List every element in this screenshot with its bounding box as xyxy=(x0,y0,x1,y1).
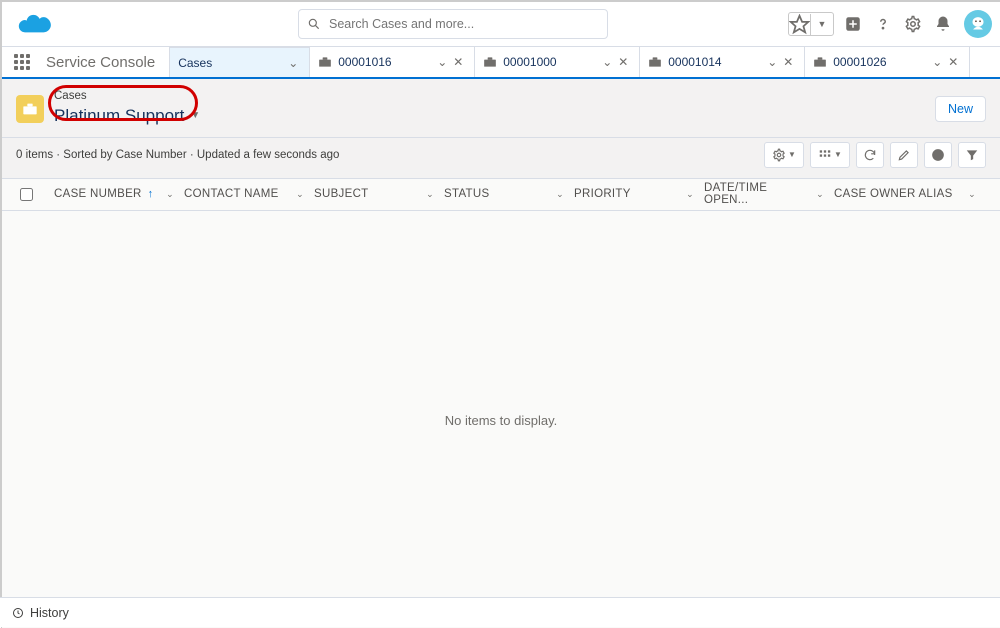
chevron-down-icon: ▼ xyxy=(811,19,833,29)
refresh-icon xyxy=(863,148,877,162)
astro-icon xyxy=(967,13,989,35)
listview-name: Platinum Support xyxy=(54,105,184,127)
chevron-down-icon[interactable]: ⌄ xyxy=(434,55,450,69)
empty-state-message: No items to display. xyxy=(445,413,557,428)
col-header-contact-name[interactable]: CONTACT NAME⌄ xyxy=(184,188,314,200)
chevron-down-icon[interactable]: ⌄ xyxy=(599,55,615,69)
case-object-icon xyxy=(16,95,44,123)
col-header-priority[interactable]: PRIORITY⌄ xyxy=(574,188,704,200)
close-icon[interactable]: ✕ xyxy=(780,55,796,69)
object-label: Cases xyxy=(54,91,200,103)
pencil-icon xyxy=(897,148,911,162)
triangle-down-icon: ▼ xyxy=(190,109,200,122)
bell-icon xyxy=(934,15,952,33)
nav-tab-cases[interactable]: Cases ⌄ xyxy=(170,47,310,77)
workspace-tab-4[interactable]: 00001026 ⌄ ✕ xyxy=(805,47,970,77)
chevron-down-icon[interactable]: ⌄ xyxy=(764,55,780,69)
chevron-down-icon[interactable]: ⌄ xyxy=(166,189,184,200)
col-header-case-number[interactable]: CASE NUMBER ↑⌄ xyxy=(54,188,184,200)
case-icon xyxy=(648,56,662,68)
search-input[interactable] xyxy=(329,17,599,31)
inline-edit-button[interactable] xyxy=(890,142,918,168)
col-header-datetime-opened[interactable]: DATE/TIME OPEN...⌄ xyxy=(704,182,834,206)
chevron-down-icon[interactable]: ⌄ xyxy=(929,55,945,69)
table-icon xyxy=(818,148,832,162)
pie-icon xyxy=(931,148,945,162)
case-icon xyxy=(813,56,827,68)
waffle-icon xyxy=(14,54,30,70)
help-button[interactable] xyxy=(872,13,894,35)
tab-label: Cases xyxy=(178,56,285,70)
tab-label: 00001026 xyxy=(833,55,929,69)
col-header-owner-alias[interactable]: CASE OWNER ALIAS⌄ xyxy=(834,188,986,200)
setup-button[interactable] xyxy=(902,13,924,35)
sort-asc-icon: ↑ xyxy=(148,188,154,200)
listview-picker[interactable]: Platinum Support ▼ xyxy=(54,103,200,127)
app-launcher[interactable] xyxy=(2,47,42,77)
funnel-icon xyxy=(965,148,979,162)
global-search[interactable] xyxy=(298,9,608,39)
favorites-split-button[interactable]: ▼ xyxy=(788,12,834,36)
history-utility[interactable]: History xyxy=(30,606,69,620)
chevron-down-icon[interactable]: ⌄ xyxy=(556,189,574,200)
add-tab-button[interactable] xyxy=(842,13,864,35)
app-name: Service Console xyxy=(42,47,170,77)
tab-label: 00001014 xyxy=(668,55,764,69)
col-header-status[interactable]: STATUS⌄ xyxy=(444,188,574,200)
listview-meta: 0 items · Sorted by Case Number · Update… xyxy=(16,149,339,161)
refresh-button[interactable] xyxy=(856,142,884,168)
clock-icon xyxy=(12,607,24,619)
filter-button[interactable] xyxy=(958,142,986,168)
close-icon[interactable]: ✕ xyxy=(945,55,961,69)
workspace-tab-1[interactable]: 00001016 ⌄ ✕ xyxy=(310,47,475,77)
close-icon[interactable]: ✕ xyxy=(615,55,631,69)
star-icon xyxy=(789,14,810,35)
new-button[interactable]: New xyxy=(935,96,986,122)
case-icon xyxy=(318,56,332,68)
chevron-down-icon[interactable]: ⌄ xyxy=(426,189,444,200)
chevron-down-icon[interactable]: ⌄ xyxy=(686,189,704,200)
col-header-subject[interactable]: SUBJECT⌄ xyxy=(314,188,444,200)
listview-controls-button[interactable]: ▼ xyxy=(764,142,804,168)
display-as-button[interactable]: ▼ xyxy=(810,142,850,168)
search-icon xyxy=(307,17,321,31)
case-icon xyxy=(483,56,497,68)
tab-label: 00001016 xyxy=(338,55,434,69)
workspace-tab-3[interactable]: 00001014 ⌄ ✕ xyxy=(640,47,805,77)
close-icon[interactable]: ✕ xyxy=(450,55,466,69)
workspace-tab-2[interactable]: 00001000 ⌄ ✕ xyxy=(475,47,640,77)
plus-icon xyxy=(844,15,862,33)
question-icon xyxy=(874,15,892,33)
user-avatar[interactable] xyxy=(964,10,992,38)
chevron-down-icon[interactable]: ⌄ xyxy=(285,56,301,70)
chevron-down-icon[interactable]: ⌄ xyxy=(296,189,314,200)
chevron-down-icon[interactable]: ⌄ xyxy=(816,189,834,200)
salesforce-cloud-logo xyxy=(16,10,56,38)
gear-icon xyxy=(904,15,922,33)
select-all-checkbox[interactable] xyxy=(20,188,33,201)
chart-button[interactable] xyxy=(924,142,952,168)
tab-label: 00001000 xyxy=(503,55,599,69)
chevron-down-icon[interactable]: ⌄ xyxy=(968,189,986,200)
gear-icon xyxy=(772,148,786,162)
notifications-button[interactable] xyxy=(932,13,954,35)
